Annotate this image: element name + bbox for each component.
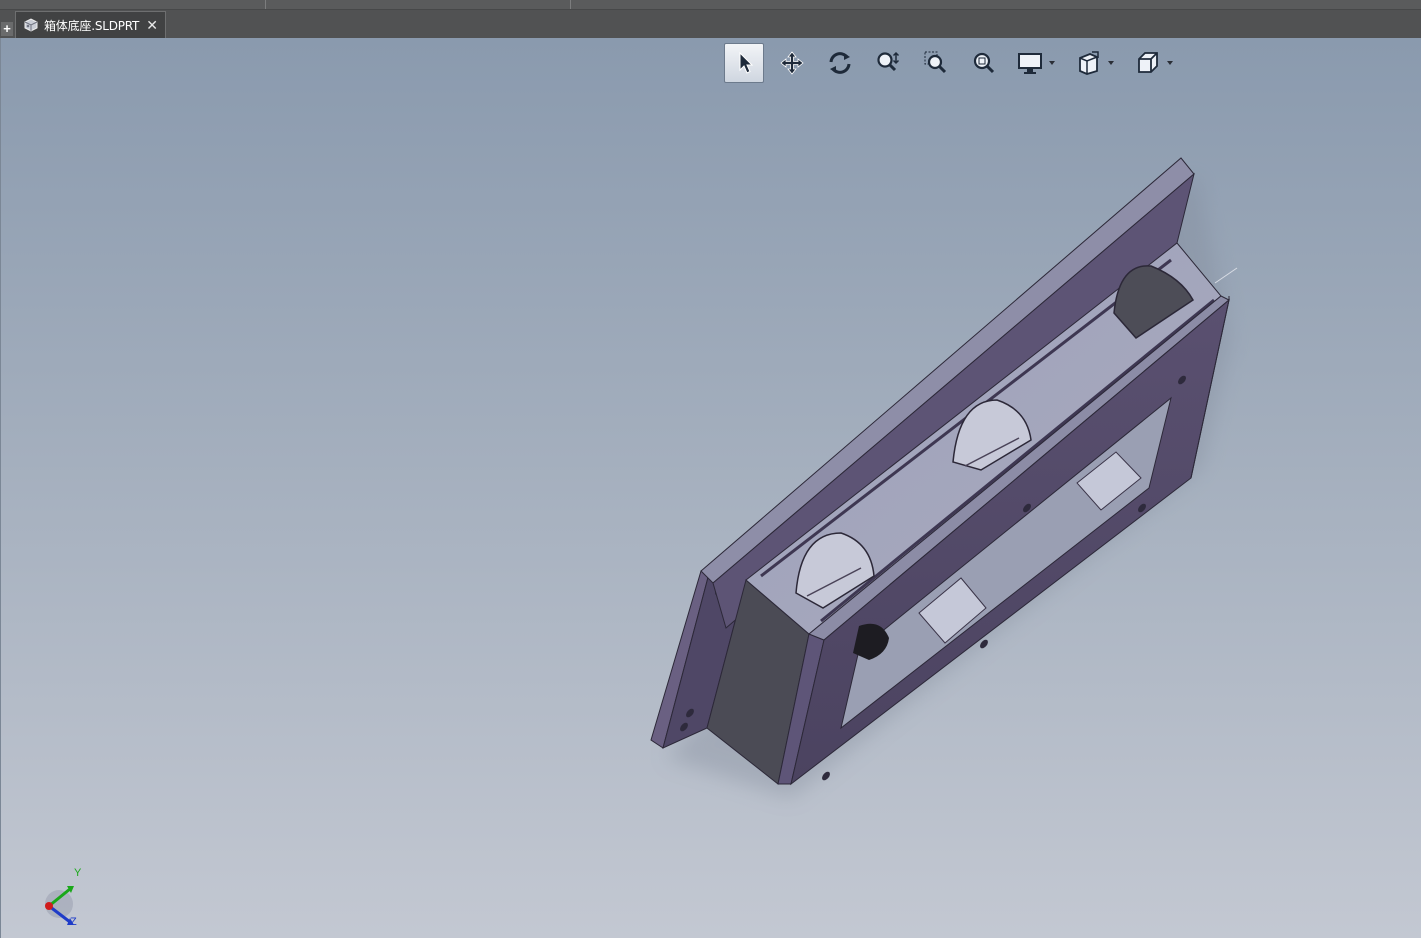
view-orientation-dropdown[interactable] xyxy=(1130,43,1183,83)
document-tab-label: 箱体底座.SLDPRT xyxy=(44,18,140,33)
pan-button[interactable] xyxy=(772,43,812,83)
solidworks-window: + 箱体底座.SLDPRT ✕ Y Z xyxy=(0,0,1421,938)
close-icon[interactable]: ✕ xyxy=(146,17,158,33)
part-model[interactable] xyxy=(1,38,1421,938)
display-style-dropdown[interactable] xyxy=(1012,43,1065,83)
menu-strip xyxy=(0,0,1421,10)
strip-separator xyxy=(570,0,571,9)
reference-triad: Y Z xyxy=(37,864,87,930)
strip-separator xyxy=(265,0,266,9)
triad-z-label: Z xyxy=(70,916,77,928)
pointer-icon xyxy=(739,51,754,74)
document-tab[interactable]: 箱体底座.SLDPRT ✕ xyxy=(15,11,166,38)
heads-up-view-toolbar xyxy=(724,42,1189,84)
part-icon xyxy=(24,18,38,32)
chevron-down-icon[interactable] xyxy=(1108,61,1114,65)
chevron-down-icon[interactable] xyxy=(1167,61,1173,65)
hide-show-dropdown[interactable] xyxy=(1071,43,1124,83)
view-cube-icon xyxy=(1138,52,1158,73)
display-style-button[interactable] xyxy=(1012,43,1048,83)
rotate-button[interactable] xyxy=(820,43,860,83)
display-monitor-icon xyxy=(1018,53,1042,74)
document-tab-bar: + 箱体底座.SLDPRT ✕ xyxy=(0,10,1421,39)
triad-axes: Y Z xyxy=(45,867,82,928)
zoom-to-area-button[interactable] xyxy=(916,43,956,83)
zoom-to-fit-icon xyxy=(973,52,995,74)
pan-icon xyxy=(780,51,804,75)
new-tab-button[interactable]: + xyxy=(1,22,13,36)
chevron-down-icon[interactable] xyxy=(1049,61,1055,65)
hide-show-icon xyxy=(1079,51,1099,75)
triad-y-label: Y xyxy=(74,867,82,879)
zoom-in-out-icon xyxy=(877,51,900,72)
zoom-to-area-icon xyxy=(924,51,947,74)
graphics-area[interactable]: Y Z xyxy=(0,38,1421,938)
zoom-to-fit-button[interactable] xyxy=(964,43,1004,83)
select-button[interactable] xyxy=(724,43,764,83)
view-orientation-button[interactable] xyxy=(1130,43,1166,83)
hide-show-items-button[interactable] xyxy=(1071,43,1107,83)
rotate-icon xyxy=(829,52,851,74)
zoom-in-out-button[interactable] xyxy=(868,43,908,83)
